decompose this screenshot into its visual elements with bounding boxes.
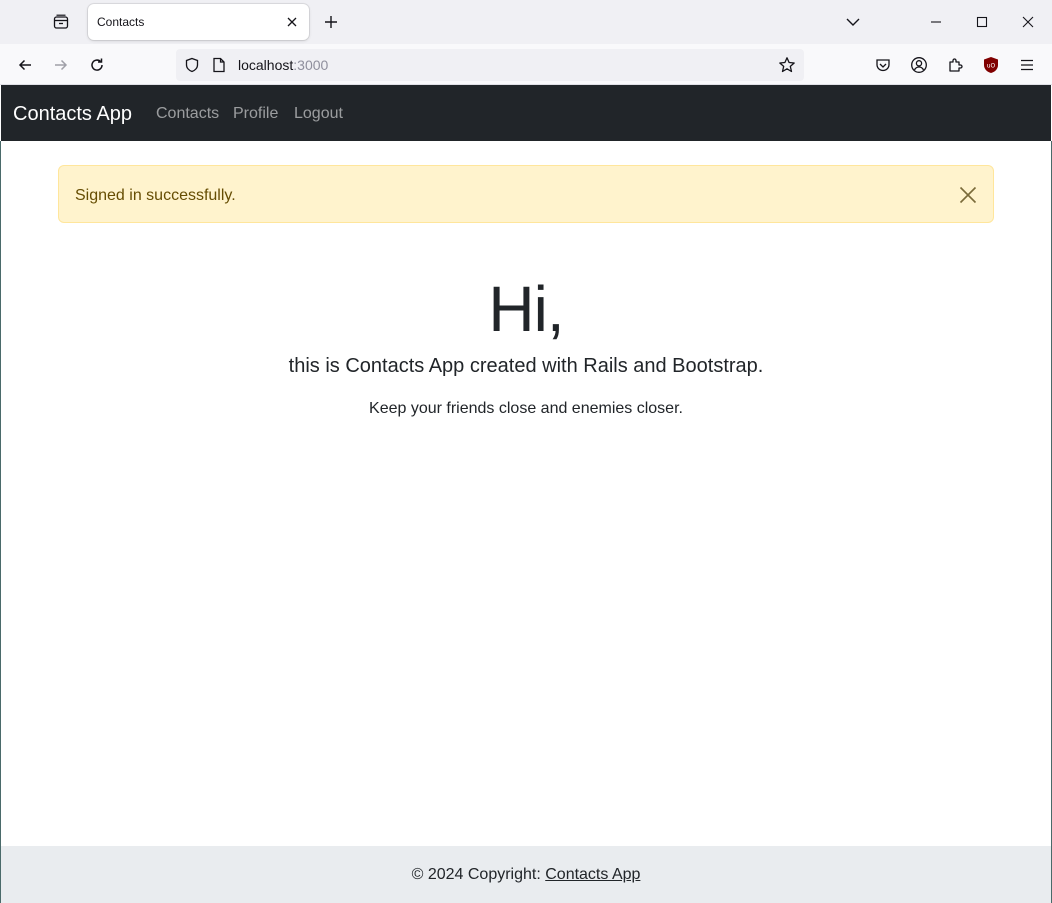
- hero-lead: this is Contacts App created with Rails …: [288, 355, 764, 377]
- reload-icon[interactable]: [82, 50, 112, 80]
- tab-list-icon[interactable]: [46, 7, 76, 37]
- url-host: localhost: [238, 57, 294, 73]
- close-icon[interactable]: [283, 13, 301, 31]
- star-icon[interactable]: [778, 56, 796, 79]
- account-icon[interactable]: [904, 50, 934, 80]
- footer-text: © 2024 Copyright: Contacts App: [1, 866, 1051, 884]
- forward-icon[interactable]: [46, 50, 76, 80]
- back-icon[interactable]: [10, 50, 40, 80]
- page-footer: © 2024 Copyright: Contacts App: [1, 846, 1051, 903]
- alert-message: Signed in successfully.: [75, 187, 236, 204]
- hero-subtitle: Keep your friends close and enemies clos…: [369, 400, 683, 417]
- minimize-icon[interactable]: [922, 8, 950, 36]
- close-window-icon[interactable]: [1014, 8, 1042, 36]
- page-icon[interactable]: [212, 57, 226, 78]
- browser-toolbar: localhost:3000 uO: [0, 44, 1052, 85]
- site-navbar: Contacts App Contacts Profile Logout: [1, 85, 1051, 141]
- browser-tab-bar: Contacts: [0, 0, 1052, 44]
- footer-copyright: © 2024 Copyright:: [411, 866, 546, 883]
- menu-icon[interactable]: [1012, 50, 1042, 80]
- shield-icon[interactable]: [184, 57, 200, 78]
- nav-link-logout[interactable]: Logout: [294, 105, 343, 123]
- navbar-brand[interactable]: Contacts App: [13, 103, 132, 126]
- chevron-down-icon[interactable]: [839, 8, 867, 36]
- url-port: :3000: [293, 57, 329, 73]
- tab-title: Contacts: [97, 15, 145, 29]
- hero-title: Hi,: [488, 273, 564, 345]
- flash-alert: Signed in successfully.: [58, 165, 994, 223]
- svg-text:uO: uO: [987, 63, 996, 70]
- url-text: localhost:3000: [238, 57, 328, 73]
- page-frame: [0, 141, 1052, 903]
- nav-link-contacts[interactable]: Contacts: [156, 105, 219, 123]
- extensions-icon[interactable]: [940, 50, 970, 80]
- maximize-icon[interactable]: [968, 8, 996, 36]
- browser-tab[interactable]: Contacts: [88, 4, 309, 40]
- close-icon[interactable]: [955, 182, 981, 208]
- pocket-icon[interactable]: [868, 50, 898, 80]
- plus-icon[interactable]: [317, 8, 345, 36]
- nav-link-profile[interactable]: Profile: [233, 105, 278, 123]
- footer-link[interactable]: Contacts App: [545, 866, 640, 883]
- url-bar[interactable]: localhost:3000: [176, 49, 804, 81]
- ublock-icon[interactable]: uO: [976, 50, 1006, 80]
